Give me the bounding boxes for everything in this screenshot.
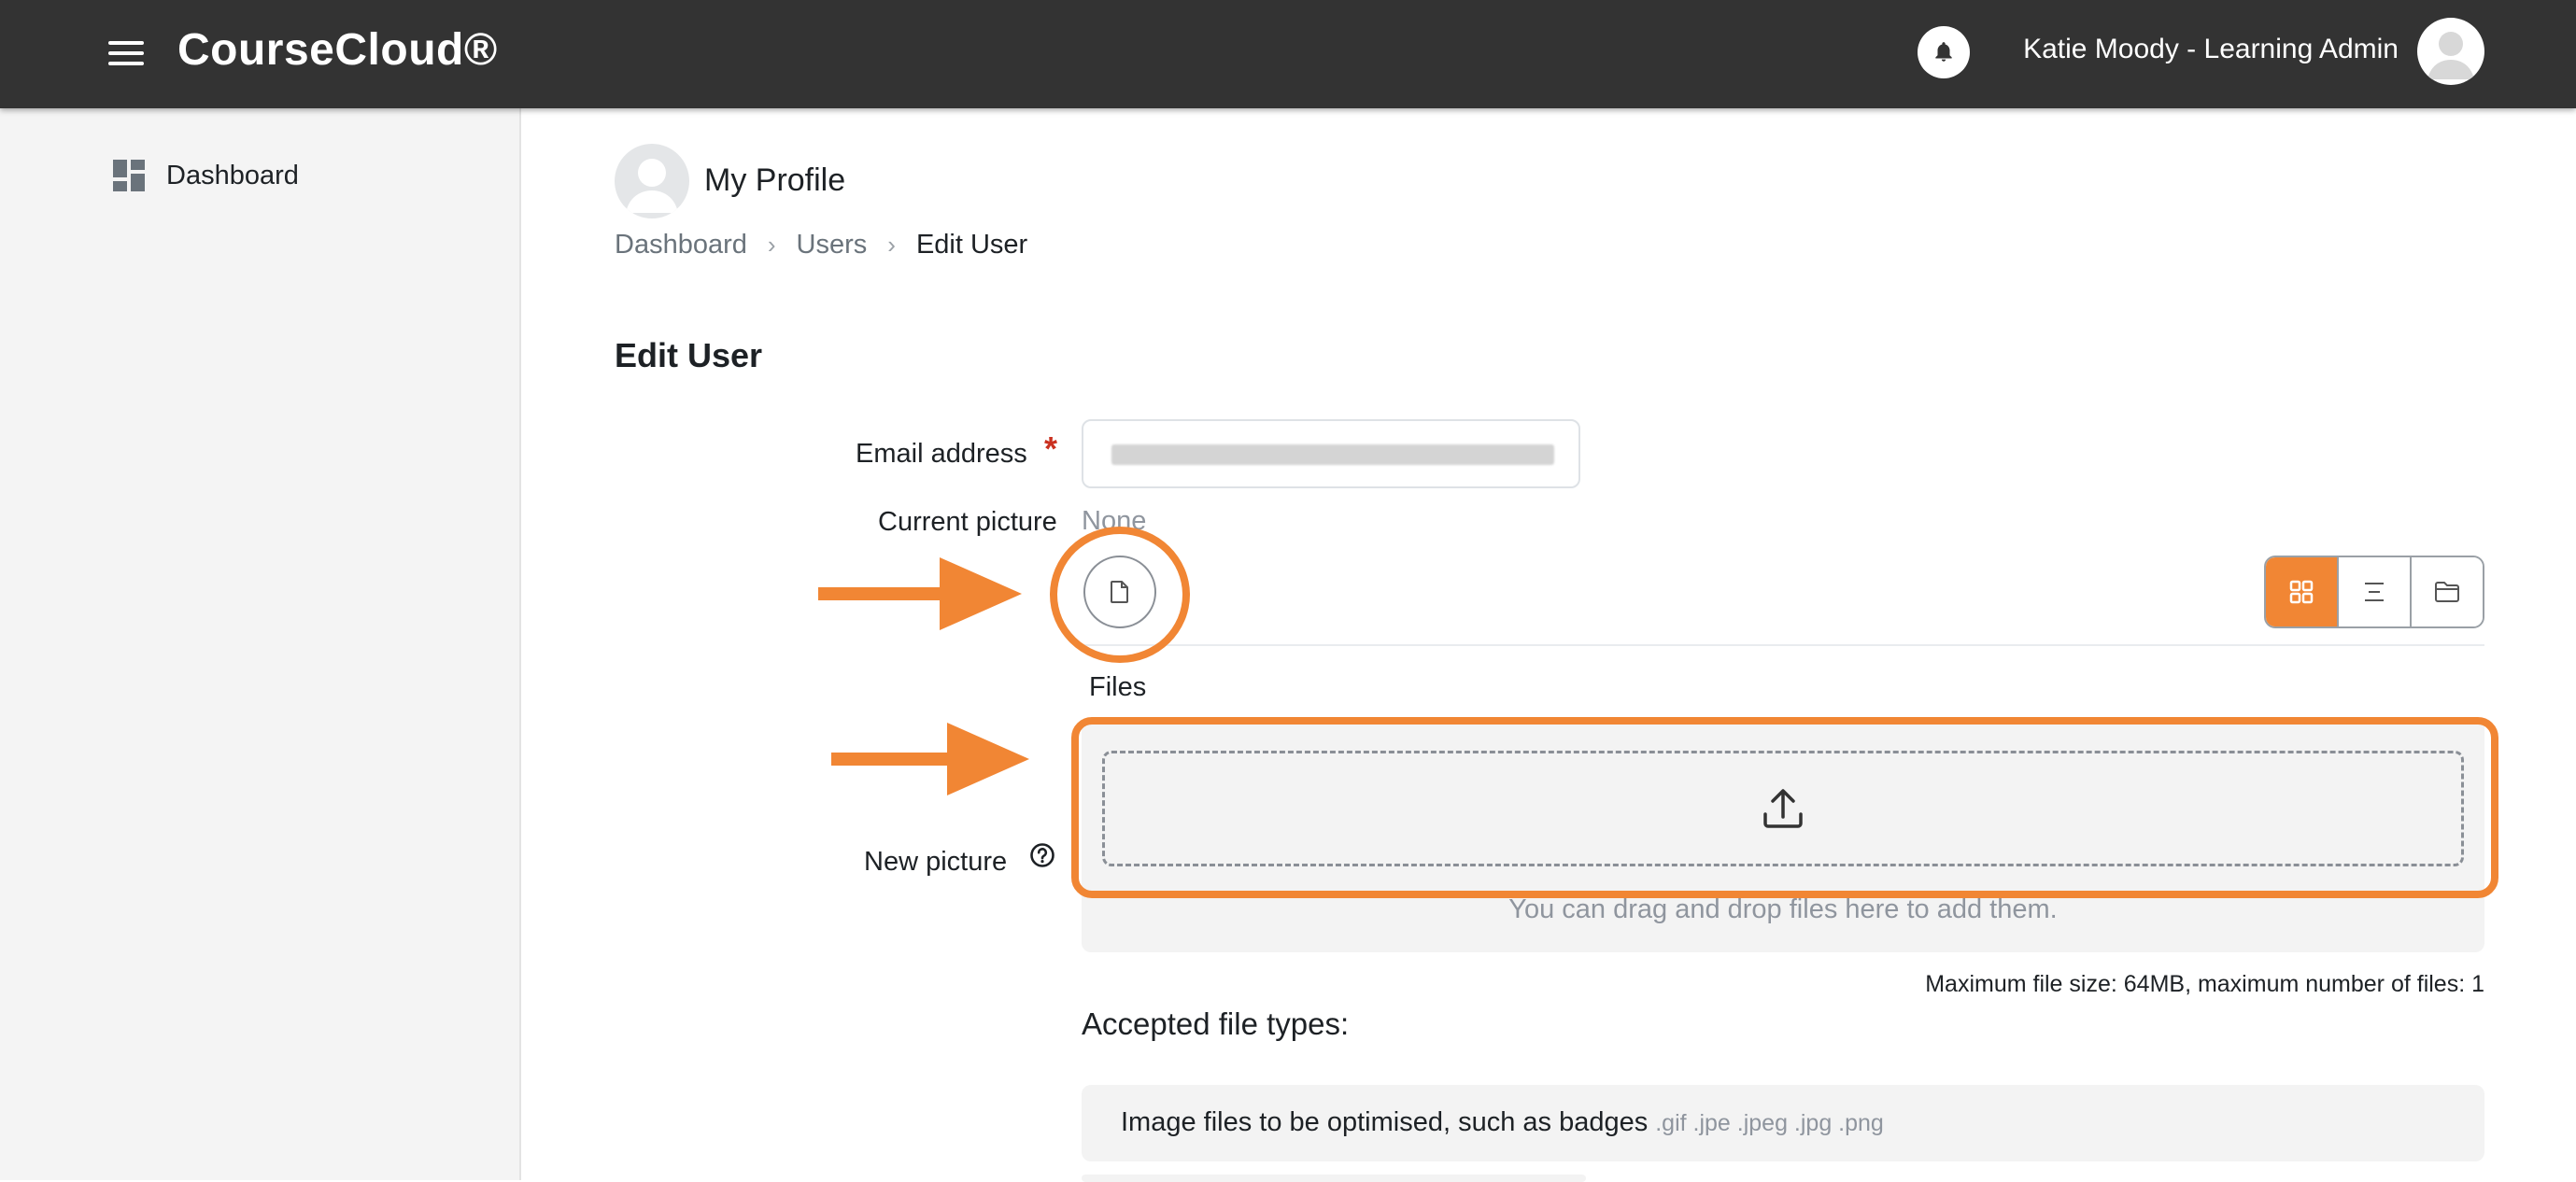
dropzone-hint: You can drag and drop files here to add … (1508, 894, 2058, 924)
grid-icon (2289, 580, 2314, 604)
current-picture-label: Current picture (878, 507, 1057, 537)
add-file-button[interactable] (1083, 556, 1156, 628)
top-navbar: CourseCloud® Katie Moody - Learning Admi… (0, 0, 2576, 108)
dashboard-grid-icon (113, 160, 145, 191)
sidebar-item-dashboard[interactable]: Dashboard (112, 159, 299, 192)
file-icon (1111, 581, 1128, 603)
brand-logo[interactable]: CourseCloud® (177, 24, 498, 76)
user-menu-name[interactable]: Katie Moody - Learning Admin (2023, 34, 2399, 65)
current-picture-value: None (1082, 506, 1147, 536)
sidebar: Dashboard (0, 108, 521, 1180)
accepted-types-title: Accepted file types: (1082, 1006, 1350, 1041)
annotation-arrow-icon (831, 723, 1029, 795)
view-icons-button[interactable] (2266, 557, 2337, 626)
view-toggle-group (2264, 556, 2484, 628)
breadcrumb-users[interactable]: Users (797, 230, 868, 260)
dropzone[interactable] (1102, 751, 2464, 866)
sidebar-item-label: Dashboard (166, 160, 299, 190)
accepted-type-label: Image files to be optimised, such as bad… (1121, 1107, 1649, 1137)
dropzone-area: You can drag and drop files here to add … (1082, 719, 2484, 952)
accepted-type-extensions: .gif .jpe .jpeg .jpg .png (1655, 1110, 1884, 1136)
filepicker-divider (1082, 644, 2484, 646)
files-label: Files (1089, 672, 1147, 702)
upload-icon (1763, 789, 1803, 828)
user-avatar-icon[interactable] (2417, 18, 2484, 85)
question-circle-icon[interactable] (1029, 842, 1055, 873)
accepted-type-row: Image files to be optimised, such as bad… (1082, 1085, 2484, 1161)
required-icon: * (1044, 429, 1058, 468)
accepted-type-row-partial (1082, 1175, 1586, 1182)
email-value-redacted (1111, 444, 1554, 465)
chevron-right-icon: › (887, 231, 896, 259)
notifications-button[interactable] (1918, 26, 1970, 78)
breadcrumb: Dashboard › Users › Edit User (615, 230, 1027, 260)
hamburger-menu-icon[interactable] (108, 39, 144, 67)
breadcrumb-dashboard[interactable]: Dashboard (615, 230, 747, 260)
bell-icon (1935, 42, 1952, 62)
new-picture-label: New picture (864, 847, 1008, 877)
email-field[interactable] (1082, 419, 1580, 488)
folder-icon (2435, 582, 2459, 602)
list-icon (2365, 583, 2384, 601)
accepted-type-name: Image files to be optimised, such as bad… (1121, 1107, 1884, 1138)
chevron-right-icon: › (767, 231, 776, 259)
profile-title: My Profile (704, 162, 846, 198)
max-file-size-text: Maximum file size: 64MB, maximum number … (1925, 971, 2484, 997)
view-tree-button[interactable] (2410, 557, 2483, 626)
annotation-arrow-icon (818, 557, 1022, 630)
email-label: Email address (856, 439, 1027, 469)
view-details-button[interactable] (2337, 557, 2410, 626)
profile-avatar (615, 144, 689, 218)
section-title: Edit User (615, 336, 763, 374)
breadcrumb-current: Edit User (915, 230, 1028, 260)
